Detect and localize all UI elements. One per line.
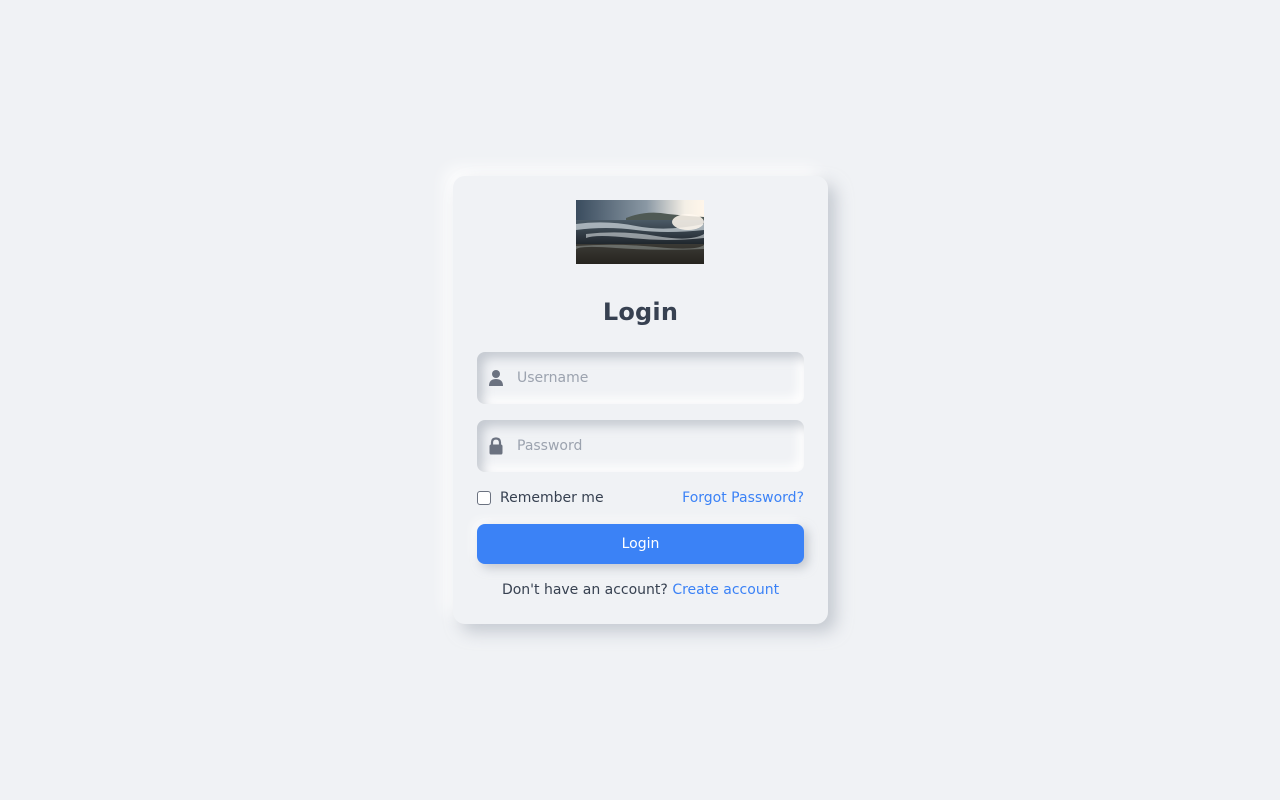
- login-card: Login Remember me Forgot Password? Login…: [453, 176, 828, 624]
- password-field[interactable]: [477, 420, 804, 472]
- page-title: Login: [602, 298, 679, 326]
- user-icon: [489, 370, 503, 386]
- signup-prompt-text: Don't have an account?: [501, 582, 668, 598]
- username-field[interactable]: [477, 352, 804, 404]
- remember-label: Remember me: [500, 490, 604, 506]
- username-input[interactable]: [517, 352, 793, 404]
- signup-prompt: Don't have an account? Create account: [453, 580, 828, 600]
- remember-me[interactable]: Remember me: [477, 488, 604, 508]
- password-input[interactable]: [517, 420, 793, 472]
- create-account-link[interactable]: Create account: [672, 582, 779, 598]
- logo-image: [576, 200, 704, 264]
- login-button[interactable]: Login: [477, 524, 804, 564]
- forgot-password-link[interactable]: Forgot Password?: [682, 488, 804, 508]
- lock-icon: [489, 437, 503, 455]
- remember-checkbox[interactable]: [477, 491, 491, 505]
